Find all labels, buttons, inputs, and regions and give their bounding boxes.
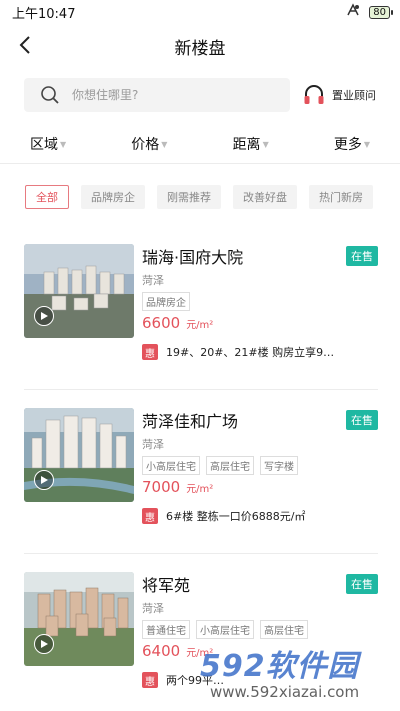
listing-city: 菏泽 <box>142 602 164 615</box>
price-value: 6400 <box>142 642 181 660</box>
price-unit: 元/m² <box>186 320 214 331</box>
tag-essential[interactable]: 刚需推荐 <box>157 185 221 209</box>
listing-city: 菏泽 <box>142 274 164 287</box>
caret-down-icon: ▼ <box>363 140 370 149</box>
advisor-button[interactable]: 置业顾问 <box>302 83 376 107</box>
listing-card[interactable]: 菏泽佳和广场 在售 菏泽 小高层住宅 高层住宅 写字楼 7000 元/m² 惠 … <box>24 390 378 554</box>
listing-price: 7000 元/m² <box>142 478 213 496</box>
feature-tag: 品牌房企 <box>142 292 190 311</box>
promo-line: 惠 19#、20#、21#楼 购房立享9… <box>142 344 334 360</box>
listing-photo <box>24 572 134 666</box>
feature-tags: 普通住宅 小高层住宅 高层住宅 <box>142 620 308 639</box>
promo-badge: 惠 <box>142 508 158 524</box>
promo-line: 惠 6#楼 整栋一口价6888元/㎡ <box>142 508 305 524</box>
signal-icon <box>345 3 361 21</box>
headset-icon <box>304 85 324 104</box>
listing-photo <box>24 244 134 338</box>
search-row: 置业顾问 <box>0 78 400 112</box>
play-icon[interactable] <box>34 470 54 490</box>
chevron-left-icon <box>19 36 30 54</box>
promo-text: 19#、20#、21#楼 购房立享9… <box>166 346 335 359</box>
price-value: 6600 <box>142 314 181 332</box>
battery-icon: 80 <box>369 5 393 19</box>
category-tags: 全部 品牌房企 刚需推荐 改善好盘 热门新房 <box>0 184 400 210</box>
filter-price[interactable]: 价格 ▼ <box>131 134 167 154</box>
listing-city: 菏泽 <box>142 438 164 451</box>
watermark: 592软件园 www.592xiazai.com <box>200 639 390 709</box>
promo-badge: 惠 <box>142 344 158 360</box>
search-icon <box>41 86 59 104</box>
nav-bar: 新楼盘 <box>0 24 400 68</box>
back-button[interactable] <box>10 30 40 60</box>
play-icon[interactable] <box>34 634 54 654</box>
caret-down-icon: ▼ <box>161 140 168 149</box>
status-time: 上午10:47 <box>12 6 76 22</box>
caret-down-icon: ▼ <box>60 140 67 149</box>
price-unit: 元/m² <box>186 484 214 495</box>
tag-upgrade[interactable]: 改善好盘 <box>233 185 297 209</box>
watermark-brand: 592软件园 <box>200 649 359 684</box>
filter-area[interactable]: 区域 ▼ <box>30 134 66 154</box>
page-title: 新楼盘 <box>174 38 226 59</box>
listing-name: 瑞海·国府大院 <box>142 248 244 267</box>
status-badge: 在售 <box>346 410 378 430</box>
price-value: 7000 <box>142 478 181 496</box>
search-input[interactable] <box>72 88 252 102</box>
feature-tags: 品牌房企 <box>142 292 190 311</box>
status-badge: 在售 <box>346 246 378 266</box>
filter-label: 区域 <box>30 136 58 153</box>
promo-text: 6#楼 整栋一口价6888元/㎡ <box>166 510 306 523</box>
tag-hot[interactable]: 热门新房 <box>309 185 373 209</box>
feature-tag: 小高层住宅 <box>142 456 200 475</box>
listing-card[interactable]: 瑞海·国府大院 在售 菏泽 品牌房企 6600 元/m² 惠 19#、20#、2… <box>24 226 378 390</box>
feature-tag: 小高层住宅 <box>196 620 254 639</box>
status-bar: 上午10:47 80 <box>0 0 400 24</box>
feature-tag: 写字楼 <box>260 456 298 475</box>
status-badge: 在售 <box>346 574 378 594</box>
caret-down-icon: ▼ <box>262 140 269 149</box>
tag-brand[interactable]: 品牌房企 <box>81 185 145 209</box>
listing-name: 菏泽佳和广场 <box>142 412 239 431</box>
watermark-url: www.592xiazai.com <box>210 683 360 701</box>
filter-label: 距离 <box>232 136 261 153</box>
search-box[interactable] <box>24 78 290 112</box>
advisor-label: 置业顾问 <box>332 89 376 102</box>
status-icons: 80 <box>345 3 393 21</box>
filter-bar: 区域 ▼ 价格 ▼ 距离 ▼ 更多 ▼ <box>0 124 400 164</box>
listing-name: 将军苑 <box>142 576 191 595</box>
play-icon[interactable] <box>34 306 54 326</box>
feature-tag: 高层住宅 <box>206 456 254 475</box>
filter-more[interactable]: 更多 ▼ <box>334 134 370 154</box>
listing-price: 6600 元/m² <box>142 314 213 332</box>
filter-label: 价格 <box>131 136 160 153</box>
tag-all[interactable]: 全部 <box>25 185 69 209</box>
listing-photo <box>24 408 134 502</box>
feature-tags: 小高层住宅 高层住宅 写字楼 <box>142 456 298 475</box>
filter-distance[interactable]: 距离 ▼ <box>233 134 269 154</box>
promo-badge: 惠 <box>142 672 158 688</box>
filter-label: 更多 <box>333 136 362 153</box>
feature-tag: 普通住宅 <box>142 620 190 639</box>
feature-tag: 高层住宅 <box>260 620 308 639</box>
